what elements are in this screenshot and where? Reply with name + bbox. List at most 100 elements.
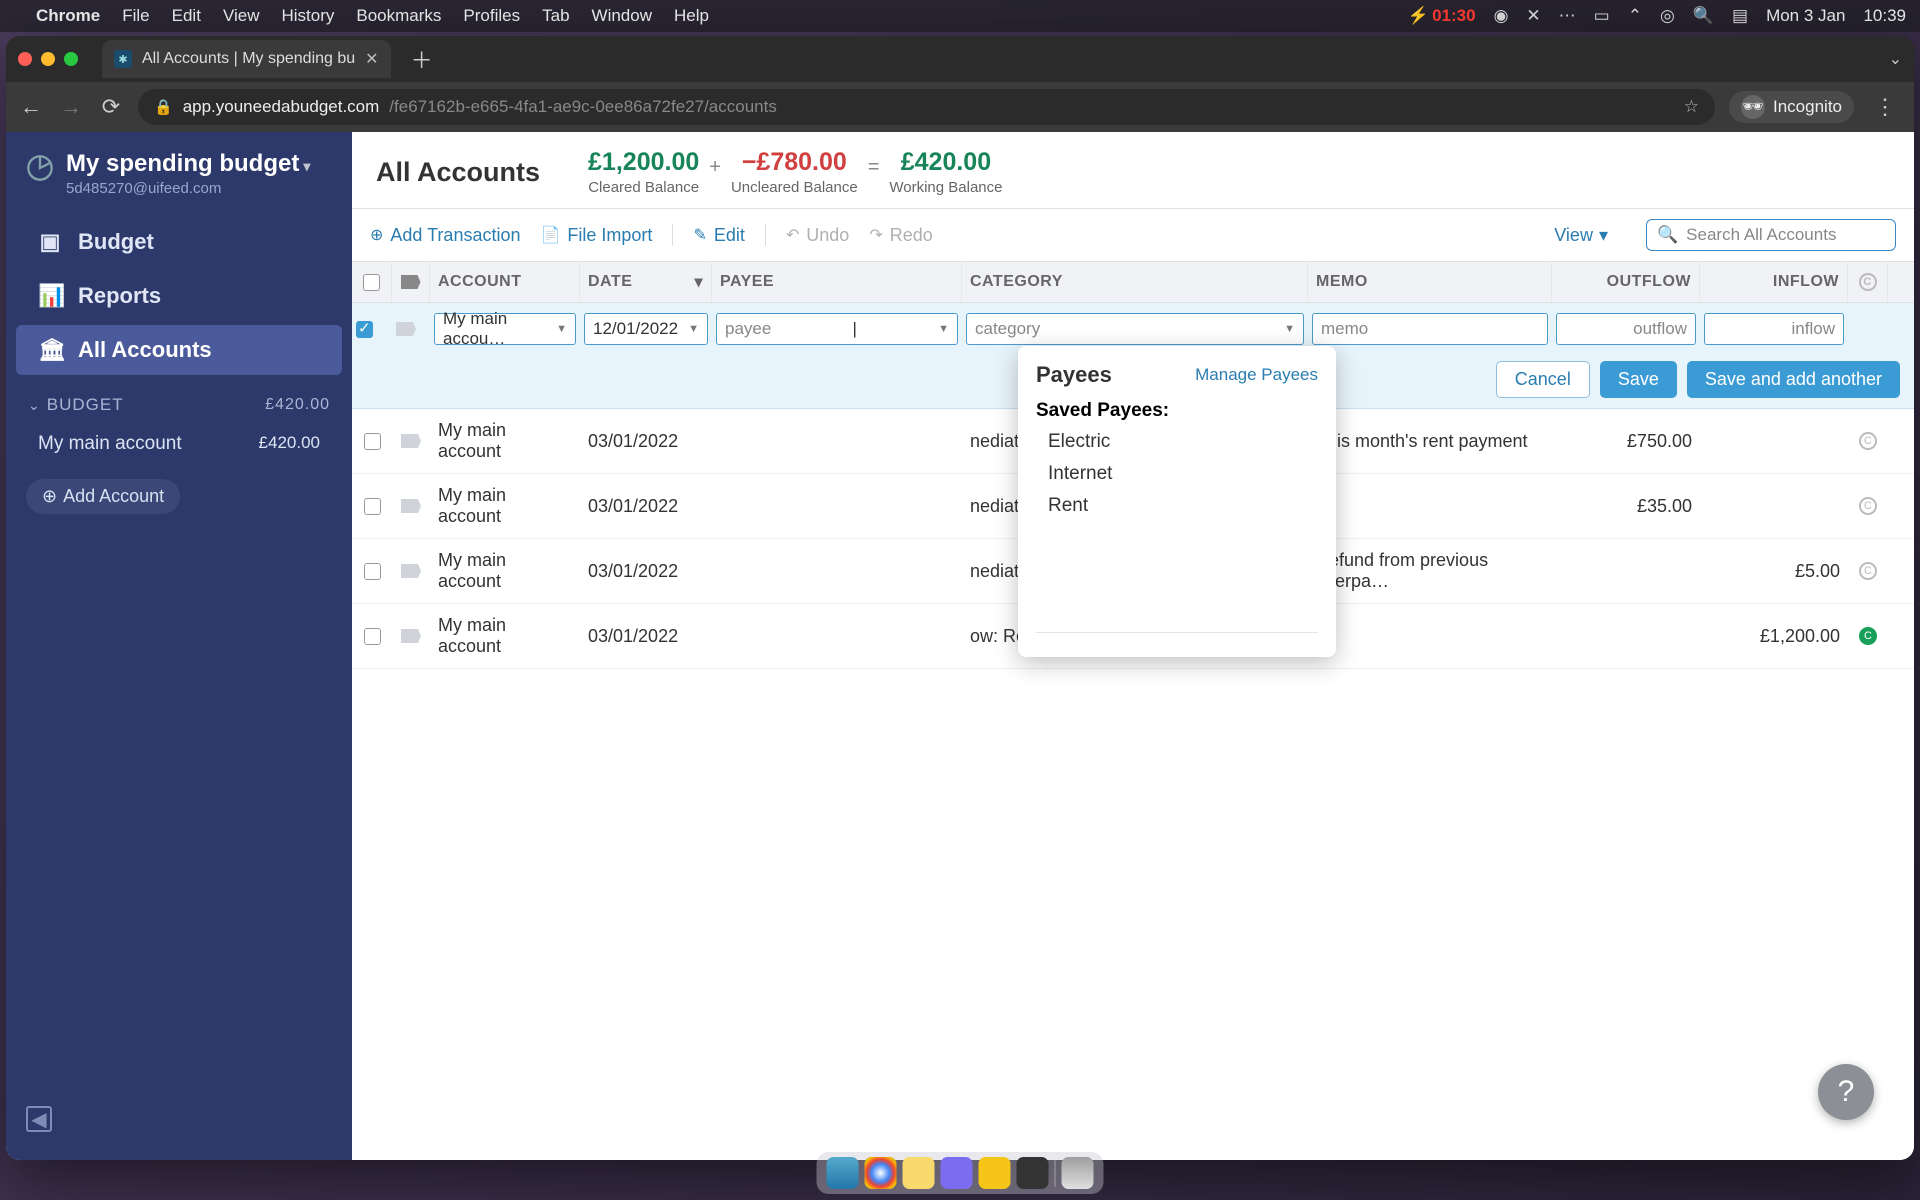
menubar-date[interactable]: Mon 3 Jan — [1766, 6, 1845, 26]
row-cleared[interactable]: C — [1848, 604, 1888, 668]
reload-button[interactable]: ⟳ — [98, 94, 124, 120]
menubar-app-name[interactable]: Chrome — [36, 6, 100, 26]
macos-dock — [817, 1152, 1104, 1194]
row-flag[interactable] — [392, 474, 430, 538]
select-all-checkbox[interactable] — [352, 262, 392, 302]
row-flag[interactable] — [392, 409, 430, 473]
row-checkbox[interactable] — [352, 474, 392, 538]
row-checkbox[interactable] — [352, 539, 392, 603]
save-button[interactable]: Save — [1600, 361, 1677, 398]
sidebar-section-budget[interactable]: ⌄ BUDGET £420.00 — [6, 377, 352, 423]
date-select[interactable]: 12/01/2022▼ — [584, 313, 708, 345]
row-flag[interactable] — [392, 604, 430, 668]
control-center-icon[interactable]: ◎ — [1660, 6, 1675, 26]
status-icon-2[interactable]: ✕ — [1526, 6, 1540, 26]
menubar-time[interactable]: 10:39 — [1863, 6, 1906, 26]
column-account[interactable]: ACCOUNT — [430, 262, 580, 302]
outflow-input[interactable]: outflow — [1556, 313, 1696, 345]
memo-input[interactable]: memo — [1312, 313, 1548, 345]
minimize-window-icon[interactable] — [41, 52, 55, 66]
tab-close-icon[interactable]: ✕ — [365, 49, 378, 69]
wifi-icon[interactable]: ⌃ — [1628, 6, 1642, 26]
bookmark-star-icon[interactable]: ☆ — [1684, 97, 1699, 117]
menu-bookmarks[interactable]: Bookmarks — [356, 6, 441, 26]
sidebar-item-reports[interactable]: 📊 Reports — [16, 271, 342, 321]
chevron-down-icon: ▼ — [938, 323, 949, 335]
dock-notes-icon[interactable] — [903, 1157, 935, 1189]
file-import-button[interactable]: 📄File Import — [540, 225, 652, 246]
category-select[interactable]: category▼ — [966, 313, 1304, 345]
row-checkbox[interactable] — [352, 317, 392, 342]
undo-button[interactable]: ↶Undo — [786, 225, 849, 246]
column-payee[interactable]: PAYEE — [712, 262, 962, 302]
column-inflow[interactable]: INFLOW — [1700, 262, 1848, 302]
menu-tab[interactable]: Tab — [542, 6, 569, 26]
back-button[interactable]: ← — [18, 94, 44, 120]
row-checkbox[interactable] — [352, 409, 392, 473]
help-button[interactable]: ? — [1818, 1064, 1874, 1120]
row-memo — [1308, 604, 1552, 668]
dock-app-icon[interactable] — [979, 1157, 1011, 1189]
add-transaction-button[interactable]: ⊕Add Transaction — [370, 225, 520, 246]
search-input[interactable]: 🔍 Search All Accounts — [1646, 219, 1896, 251]
row-cleared[interactable]: C — [1848, 409, 1888, 473]
row-flag[interactable] — [392, 318, 430, 340]
siri-icon[interactable]: ▤ — [1732, 6, 1748, 26]
battery-status-icon[interactable]: ⚡01:30 — [1408, 6, 1476, 26]
menu-window[interactable]: Window — [592, 6, 652, 26]
account-select[interactable]: My main accou…▼ — [434, 313, 576, 345]
url-path: /fe67162b-e665-4fa1-ae9c-0ee86a72fe27/ac… — [389, 97, 777, 117]
row-cleared[interactable]: C — [1848, 474, 1888, 538]
forward-button[interactable]: → — [58, 94, 84, 120]
sidebar-collapse[interactable]: ◀ — [6, 1092, 352, 1146]
menu-file[interactable]: File — [122, 6, 149, 26]
new-tab-button[interactable]: ＋ — [401, 43, 443, 75]
dock-chrome-icon[interactable] — [865, 1157, 897, 1189]
payee-option counter[interactable]: Internet — [1036, 458, 1318, 490]
spotlight-icon[interactable]: 🔍 — [1693, 6, 1714, 26]
budget-switcher[interactable]: My spending budget▾ 5d485270@uifeed.com — [6, 146, 352, 215]
dock-trash-icon[interactable] — [1062, 1157, 1094, 1189]
incognito-badge[interactable]: 🕶 Incognito — [1729, 91, 1854, 123]
tab-overflow-icon[interactable]: ⌄ — [1889, 49, 1902, 69]
menu-profiles[interactable]: Profiles — [463, 6, 520, 26]
row-account: My main account — [430, 409, 580, 473]
inflow-input[interactable]: inflow — [1704, 313, 1844, 345]
column-memo[interactable]: MEMO — [1308, 262, 1552, 302]
row-flag[interactable] — [392, 539, 430, 603]
row-cleared[interactable]: C — [1848, 539, 1888, 603]
column-outflow[interactable]: OUTFLOW — [1552, 262, 1700, 302]
status-icon-3[interactable]: ⋯ — [1559, 6, 1576, 26]
payee-option[interactable]: Electric — [1036, 426, 1318, 458]
view-button[interactable]: View▾ — [1554, 225, 1608, 246]
save-add-another-button[interactable]: Save and add another — [1687, 361, 1900, 398]
browser-menu-icon[interactable]: ⋮ — [1868, 94, 1902, 120]
manage-payees-link[interactable]: Manage Payees — [1195, 365, 1318, 385]
sidebar-item-all-accounts[interactable]: 🏛 All Accounts — [16, 325, 342, 375]
browser-tab[interactable]: ✱ All Accounts | My spending bu ✕ — [102, 40, 391, 78]
close-window-icon[interactable] — [18, 52, 32, 66]
sidebar-item-budget[interactable]: ▣ Budget — [16, 217, 342, 267]
menu-history[interactable]: History — [281, 6, 334, 26]
chevron-down-icon: ▾ — [303, 158, 310, 174]
maximize-window-icon[interactable] — [64, 52, 78, 66]
menu-view[interactable]: View — [223, 6, 260, 26]
row-checkbox[interactable] — [352, 604, 392, 668]
add-account-button[interactable]: ⊕ Add Account — [26, 479, 180, 514]
url-input[interactable]: 🔒 app.youneedabudget.com/fe67162b-e665-4… — [138, 89, 1715, 125]
dock-app-icon[interactable] — [941, 1157, 973, 1189]
menu-edit[interactable]: Edit — [172, 6, 201, 26]
payee-option[interactable]: Rent — [1036, 490, 1318, 522]
status-icon-1[interactable]: ◉ — [1494, 6, 1509, 26]
column-date[interactable]: DATE▾ — [580, 262, 712, 302]
redo-button[interactable]: ↷Redo — [869, 225, 932, 246]
dock-finder-icon[interactable] — [827, 1157, 859, 1189]
payee-select[interactable]: payee|▼ — [716, 313, 958, 345]
dock-terminal-icon[interactable] — [1017, 1157, 1049, 1189]
battery-icon[interactable]: ▭ — [1594, 6, 1610, 26]
sidebar-account-item[interactable]: My main account £420.00 — [6, 423, 352, 465]
column-category[interactable]: CATEGORY — [962, 262, 1308, 302]
menu-help[interactable]: Help — [674, 6, 709, 26]
cancel-button[interactable]: Cancel — [1496, 361, 1590, 398]
edit-button[interactable]: ✎Edit — [693, 225, 744, 246]
